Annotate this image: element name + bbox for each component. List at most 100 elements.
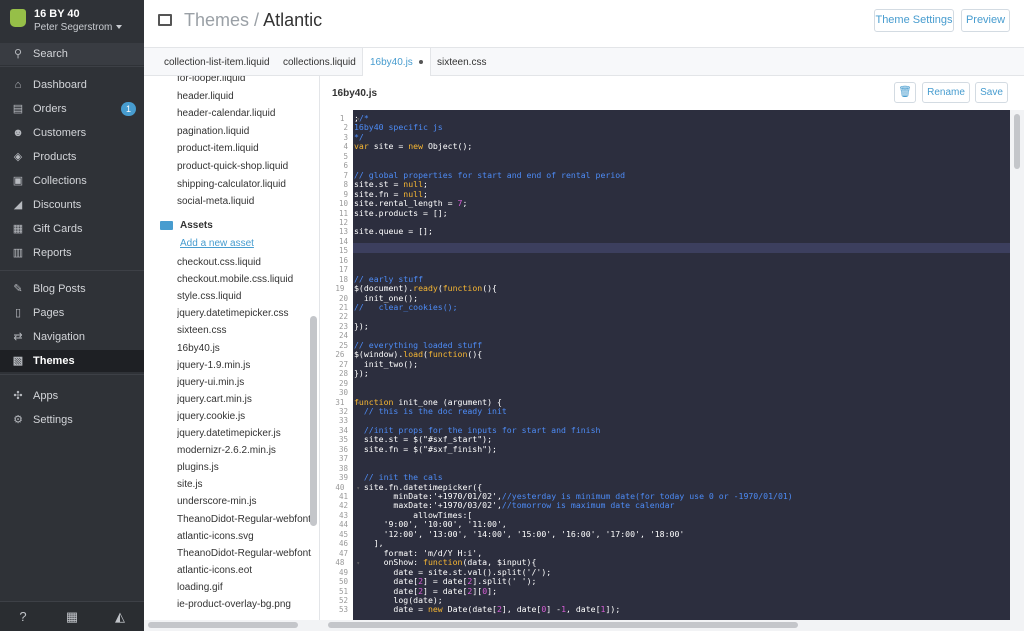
tab-collection-list-item[interactable]: collection-list-item.liquid bbox=[164, 48, 270, 76]
asset-item[interactable]: modernizr-2.6.2.min.js bbox=[177, 442, 312, 459]
asset-item[interactable]: atlantic-icons.eot bbox=[177, 562, 312, 579]
navigation-icon: ⇄ bbox=[13, 331, 23, 343]
file-tree-scrollbar[interactable] bbox=[310, 316, 317, 526]
store-switcher[interactable]: 16 BY 40 Peter Segerstrom bbox=[0, 0, 144, 40]
sidebar-divider bbox=[0, 66, 144, 67]
sidebar-item-label: Dashboard bbox=[33, 79, 87, 91]
tab-16by40-js[interactable]: 16by40.js bbox=[362, 48, 431, 77]
asset-item[interactable]: jquery-1.9.min.js bbox=[177, 357, 312, 374]
file-item[interactable]: for-looper.liquid bbox=[177, 76, 312, 87]
asset-name: plugins.js bbox=[177, 462, 219, 474]
asset-item[interactable]: jquery-ui.min.js bbox=[177, 374, 312, 391]
sidebar-item-blog-posts[interactable]: ✎ Blog Posts bbox=[0, 278, 144, 300]
tab-collections[interactable]: collections.liquid bbox=[283, 48, 356, 76]
trash-icon[interactable]: 🗑 bbox=[894, 82, 916, 103]
code-token: ' ' bbox=[511, 576, 527, 587]
help-icon[interactable]: ? bbox=[15, 609, 31, 625]
asset-item[interactable]: jquery.cookie.js bbox=[177, 408, 312, 425]
line-number: 44 bbox=[338, 520, 348, 530]
line-number: 15 bbox=[338, 246, 348, 256]
sidebar-item-customers[interactable]: ☻ Customers bbox=[0, 122, 144, 144]
line-number: 7 bbox=[343, 170, 348, 180]
asset-item[interactable]: loading.gif bbox=[177, 579, 312, 596]
sidebar-item-orders[interactable]: ▤ Orders 1 bbox=[0, 98, 144, 120]
code-token: '13:00' bbox=[427, 528, 463, 539]
asset-item[interactable]: underscore-min.js bbox=[177, 493, 312, 510]
code-token: Object(); bbox=[427, 141, 473, 152]
sidebar-item-products[interactable]: ◈ Products bbox=[0, 146, 144, 168]
line-number: 30 bbox=[338, 388, 348, 398]
tab-sixteen-css[interactable]: sixteen.css bbox=[437, 48, 486, 76]
code-horizontal-scrollbar[interactable] bbox=[320, 620, 1024, 631]
store-name: 16 BY 40 bbox=[34, 8, 80, 20]
asset-name: loading.gif bbox=[177, 581, 223, 593]
sidebar-item-reports[interactable]: ▥ Reports bbox=[0, 242, 144, 264]
code-editor[interactable]: 1 ▾ 2 3 4 5 6 7 8 9 10 11 12 13 14 15 16 17 18 19 ▾ 20 21 22 23 2… bbox=[320, 110, 1010, 620]
file-item[interactable]: product-item.liquid bbox=[177, 140, 312, 157]
asset-item[interactable]: atlantic-icons.svg bbox=[177, 528, 312, 545]
asset-item[interactable]: site.js bbox=[177, 476, 312, 493]
sidebar-item-dashboard[interactable]: ⌂ Dashboard bbox=[0, 74, 144, 96]
asset-item[interactable]: jquery.cart.min.js bbox=[177, 391, 312, 408]
notifications-icon[interactable]: ◭ bbox=[112, 609, 128, 625]
file-item[interactable]: social-meta.liquid bbox=[177, 193, 312, 210]
sidebar-item-label: Blog Posts bbox=[33, 283, 86, 295]
sidebar-item-navigation[interactable]: ⇄ Navigation bbox=[0, 326, 144, 348]
line-number: 46 bbox=[338, 539, 348, 549]
code-token: date[ bbox=[442, 585, 468, 596]
sidebar-divider bbox=[0, 374, 144, 375]
code-line: date = new Date(date[2], date[0] -1, dat… bbox=[354, 605, 620, 615]
preview-button[interactable]: Preview bbox=[961, 9, 1010, 32]
file-item[interactable]: header.liquid bbox=[177, 88, 312, 105]
line-number: 17 bbox=[338, 265, 348, 275]
theme-settings-button[interactable]: Theme Settings bbox=[874, 9, 954, 32]
line-number: 11 bbox=[338, 208, 348, 218]
file-item[interactable]: shipping-calculator.liquid bbox=[177, 176, 312, 193]
calculator-icon[interactable]: ▦ bbox=[64, 609, 80, 625]
sidebar-item-label: Reports bbox=[33, 247, 72, 259]
search-input[interactable]: ⚲ Search bbox=[0, 43, 144, 65]
sidebar-item-gift-cards[interactable]: ▦ Gift Cards bbox=[0, 218, 144, 240]
code-line: site.queue = []; bbox=[354, 227, 433, 237]
asset-name: jquery.datetimepicker.js bbox=[177, 428, 281, 439]
add-asset-link[interactable]: Add a new asset bbox=[180, 238, 254, 249]
asset-item[interactable]: plugins.js bbox=[177, 459, 312, 476]
asset-name: jquery.datetimepicker.css bbox=[177, 308, 289, 320]
sidebar-item-collections[interactable]: ▣ Collections bbox=[0, 170, 144, 192]
file-item[interactable]: product-quick-shop.liquid bbox=[177, 158, 312, 175]
line-number: 29 bbox=[338, 378, 348, 388]
line-number: 10 bbox=[338, 199, 348, 209]
line-number: 9 bbox=[343, 189, 348, 199]
save-button[interactable]: Save bbox=[975, 82, 1008, 103]
file-item[interactable]: header-calendar.liquid bbox=[177, 105, 312, 122]
sidebar-item-pages[interactable]: ▯ Pages bbox=[0, 302, 144, 324]
line-number: 52 bbox=[338, 595, 348, 605]
asset-item[interactable]: checkout.css.liquid bbox=[177, 254, 312, 271]
asset-item[interactable]: TheanoDidot-Regular-webfont.eot bbox=[177, 511, 312, 528]
asset-item[interactable]: checkout.mobile.css.liquid bbox=[177, 271, 312, 288]
file-tree-horizontal-scrollbar[interactable] bbox=[144, 620, 320, 631]
sidebar-item-apps[interactable]: ✣ Apps bbox=[0, 385, 144, 407]
code-token: , date[ bbox=[566, 604, 601, 615]
line-number: 35 bbox=[338, 435, 348, 445]
asset-item[interactable]: jquery.datetimepicker.css bbox=[177, 305, 312, 322]
asset-item[interactable]: TheanoDidot-Regular-webfont.svg bbox=[177, 545, 312, 562]
asset-item[interactable]: ie-product-overlay-bg.png bbox=[177, 596, 312, 613]
code-token: var bbox=[354, 141, 374, 152]
code-vertical-scrollbar[interactable] bbox=[1010, 110, 1024, 620]
line-number: 45 bbox=[338, 529, 348, 539]
code-token: '17:00' bbox=[605, 528, 640, 539]
asset-item[interactable]: jquery.datetimepicker.js bbox=[177, 425, 312, 442]
code-token: = []; bbox=[423, 207, 448, 218]
assets-folder[interactable]: Assets bbox=[160, 220, 213, 231]
asset-item[interactable]: sixteen.css bbox=[177, 322, 312, 339]
sidebar-item-settings[interactable]: ⚙ Settings bbox=[0, 409, 144, 431]
sidebar-item-discounts[interactable]: ◢ Discounts bbox=[0, 194, 144, 216]
asset-item[interactable]: 16by40.js bbox=[177, 340, 312, 357]
rename-button[interactable]: Rename bbox=[922, 82, 970, 103]
code-token: = bbox=[403, 443, 414, 454]
line-number: 28 bbox=[338, 369, 348, 379]
asset-item[interactable]: style.css.liquid bbox=[177, 288, 312, 305]
sidebar-item-themes[interactable]: ▧ Themes bbox=[0, 350, 144, 372]
file-item[interactable]: pagination.liquid bbox=[177, 123, 312, 140]
